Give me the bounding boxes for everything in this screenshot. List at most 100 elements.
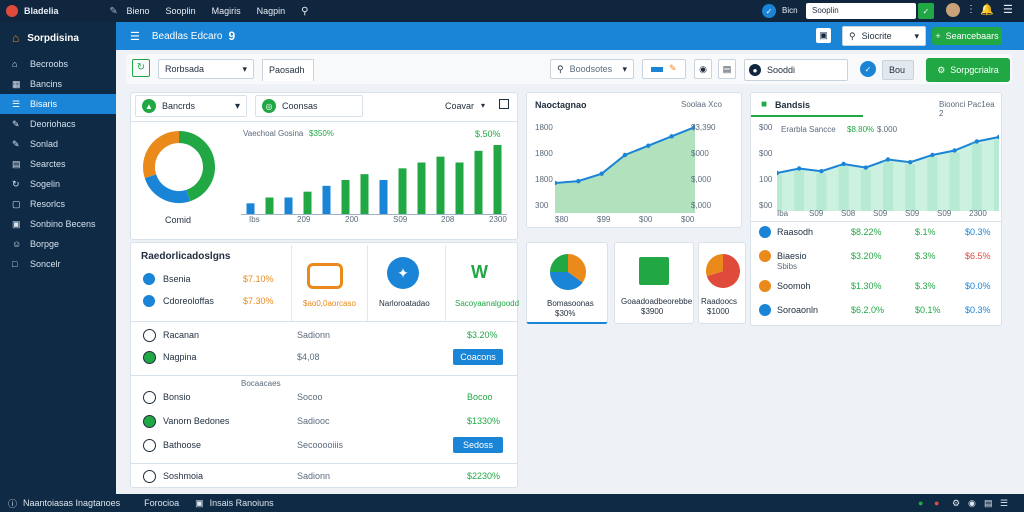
axis-tick: S09 bbox=[905, 209, 920, 218]
sidebar-item-10[interactable]: ☺ Borpge bbox=[0, 234, 116, 254]
sidebar-item-11[interactable]: □ Soncelr bbox=[0, 254, 116, 274]
bar bbox=[493, 145, 502, 215]
list-item[interactable]: Vanorn Bedones Sadiooc $1330% bbox=[131, 411, 517, 431]
row-action-button[interactable]: Sedoss bbox=[453, 437, 503, 453]
table-row[interactable]: Raasodh $8.22% $.1% $0.3% bbox=[751, 223, 1001, 243]
app-name: Bladelia bbox=[24, 6, 59, 16]
toolbar-compact-select[interactable]: Bou bbox=[882, 60, 914, 80]
tile-1-label: Bomasoonas bbox=[547, 299, 594, 308]
list-item[interactable]: Cdoreoloffas $7.30% bbox=[131, 291, 291, 311]
toolbar-green-button[interactable]: ⚙ Sorpgcrialra bbox=[926, 58, 1010, 82]
table-row[interactable]: Soroaonln $6.2.0% $0.1% $0.3% bbox=[751, 301, 1001, 321]
confirm-icon[interactable]: ✓ bbox=[918, 3, 934, 19]
list-item[interactable]: Racanan Sadionn $3.20% bbox=[131, 325, 517, 345]
pen-icon[interactable]: ✎ bbox=[109, 6, 119, 17]
toolbar-view-toggle[interactable]: ✎ bbox=[642, 59, 686, 79]
bar bbox=[303, 191, 312, 215]
expand-icon[interactable] bbox=[499, 99, 509, 109]
header-action-label: Seancebaars bbox=[945, 31, 999, 41]
axis-tick: $00 bbox=[681, 215, 695, 224]
sidebar-item-6[interactable]: ▤ Searctes bbox=[0, 154, 116, 174]
menu-item-2[interactable]: Sooplin bbox=[166, 6, 196, 16]
lock-icon[interactable]: ◉ bbox=[694, 59, 712, 79]
sidebar-item-9[interactable]: ▣ Sonbino Becens bbox=[0, 214, 116, 234]
axis-tick: Iba bbox=[777, 209, 789, 218]
trash-icon[interactable]: ▤ bbox=[718, 59, 736, 79]
chevron-down-icon[interactable]: ▾ bbox=[481, 101, 485, 110]
row-action-button[interactable]: Coacons bbox=[453, 349, 503, 365]
list-item[interactable]: Bonsio Socoo Bocoo bbox=[131, 387, 517, 407]
refresh-icon[interactable]: ↻ bbox=[132, 59, 150, 77]
avatar[interactable] bbox=[946, 3, 960, 17]
row-icon bbox=[759, 280, 771, 292]
tile-3-value: $1000 bbox=[707, 307, 730, 316]
sidebar-item-7[interactable]: ↻ Sogelin bbox=[0, 174, 116, 194]
tab-coonsas[interactable]: ◎ Coonsas bbox=[255, 95, 363, 117]
tab-bancrds[interactable]: ▲ Bancrds ▾ bbox=[135, 95, 247, 117]
list-item[interactable]: Nagpina $4,08 Coacons bbox=[131, 347, 517, 367]
list-item[interactable]: Bathoose Secooooiiis Sedoss bbox=[131, 435, 517, 455]
sidebar-item-1[interactable]: ⌂ Becroobs bbox=[0, 54, 116, 74]
tile-3[interactable]: Raadoocs $1000 bbox=[698, 242, 746, 324]
footer-icon-1[interactable]: ⚙ bbox=[952, 498, 960, 509]
list-item[interactable]: Bsenia $7.10% bbox=[131, 269, 291, 289]
footer-left: Naantoiasas Inagtanoes bbox=[23, 498, 121, 508]
tile-label-2: Narloroatadao bbox=[379, 299, 430, 308]
axis-tick: $99 bbox=[597, 215, 611, 224]
tree-icon: ▲ bbox=[142, 99, 156, 113]
bar bbox=[927, 157, 938, 211]
menu-item-3[interactable]: Magiris bbox=[212, 6, 241, 16]
search-icon[interactable]: ⚲ bbox=[301, 6, 308, 17]
data-point bbox=[622, 152, 628, 158]
bar bbox=[284, 197, 293, 215]
header-select[interactable]: ⚲ Siocrite ▾ bbox=[842, 26, 926, 46]
row-value-2: $.3% bbox=[915, 281, 936, 291]
menu-icon[interactable]: ☰ bbox=[130, 30, 140, 43]
header-action-button[interactable]: + Seancebaars bbox=[932, 27, 1002, 45]
footer-icon-4[interactable]: ☰ bbox=[1000, 498, 1008, 509]
table-row[interactable]: Soomoh $1.30% $.3% $0.0% bbox=[751, 277, 1001, 297]
menu-item-1[interactable]: Bieno bbox=[127, 6, 150, 16]
footer-mid-2[interactable]: Insais Ranoiuns bbox=[210, 498, 274, 508]
footer-icon-2[interactable]: ◉ bbox=[968, 498, 976, 509]
grid-icon: ▦ bbox=[12, 78, 21, 89]
sidebar-item-3[interactable]: ☰ Bisaris bbox=[0, 94, 116, 114]
menu-icon[interactable]: ☰ bbox=[1003, 3, 1013, 16]
data-point bbox=[930, 152, 935, 158]
toolbar-search-input[interactable]: ⚲ Boodsotes ▾ bbox=[550, 59, 634, 79]
toolbar-user-select[interactable]: ● Sooddi bbox=[744, 59, 848, 81]
axis-tick: $,000 bbox=[691, 175, 712, 184]
row-value-2: $0.1% bbox=[915, 305, 941, 315]
shield-icon[interactable]: ✓ bbox=[860, 61, 876, 77]
row-sublabel: Sbibs bbox=[777, 262, 798, 271]
more-icon[interactable]: ⋮ bbox=[966, 4, 976, 15]
sidebar-item-2[interactable]: ▦ Bancins bbox=[0, 74, 116, 94]
footer-bar: ⓘ Naantoiasas Inagtanoes Forocioa ▣ Insa… bbox=[0, 494, 1024, 512]
panel-bandsis: ■ Bandsis Bioonci Pac1ea 2 $00 $00 100 $00 … bbox=[750, 92, 1002, 326]
toolbar-select[interactable]: Rorbsada ▾ bbox=[158, 59, 254, 79]
top-search-input[interactable]: Sooplin bbox=[806, 3, 916, 19]
status-dot-icon: ● bbox=[918, 498, 924, 508]
notification-icon[interactable]: 🔔 bbox=[980, 3, 994, 16]
axis-tick: 1800 bbox=[535, 149, 553, 158]
row-value-1: $3.20% bbox=[851, 251, 882, 261]
data-point bbox=[669, 134, 674, 139]
menu-item-4[interactable]: Nagpin bbox=[257, 6, 286, 16]
tile-1[interactable]: Bomasoonas $30% bbox=[526, 242, 608, 324]
search-icon: ⚲ bbox=[557, 63, 564, 74]
axis-tick: S09 bbox=[873, 209, 888, 218]
sidebar-item-label: Sonlad bbox=[30, 139, 59, 149]
sidebar-item-5[interactable]: ✎ Sonlad bbox=[0, 134, 116, 154]
footer-mid-1[interactable]: Forocioa bbox=[144, 498, 179, 508]
status-label: Bicn bbox=[782, 6, 798, 15]
sidebar-item-8[interactable]: ▢ Resorlcs bbox=[0, 194, 116, 214]
footer-icon-3[interactable]: ▤ bbox=[984, 498, 993, 509]
tile-2[interactable]: Goaadoadbeorebbe $3900 bbox=[614, 242, 694, 324]
toolbar-tab[interactable]: Paosadh bbox=[262, 59, 314, 81]
display-icon[interactable]: ▣ bbox=[816, 28, 831, 43]
tile-2-label: Goaadoadbeorebbe bbox=[621, 297, 693, 306]
table-row[interactable]: Biaesio Sbibs $3.20% $.3% $6.5% bbox=[751, 247, 1001, 271]
data-point bbox=[819, 169, 824, 174]
panel-a-filter-label[interactable]: Coavar bbox=[445, 101, 474, 111]
sidebar-item-4[interactable]: ✎ Deoriohacs bbox=[0, 114, 116, 134]
